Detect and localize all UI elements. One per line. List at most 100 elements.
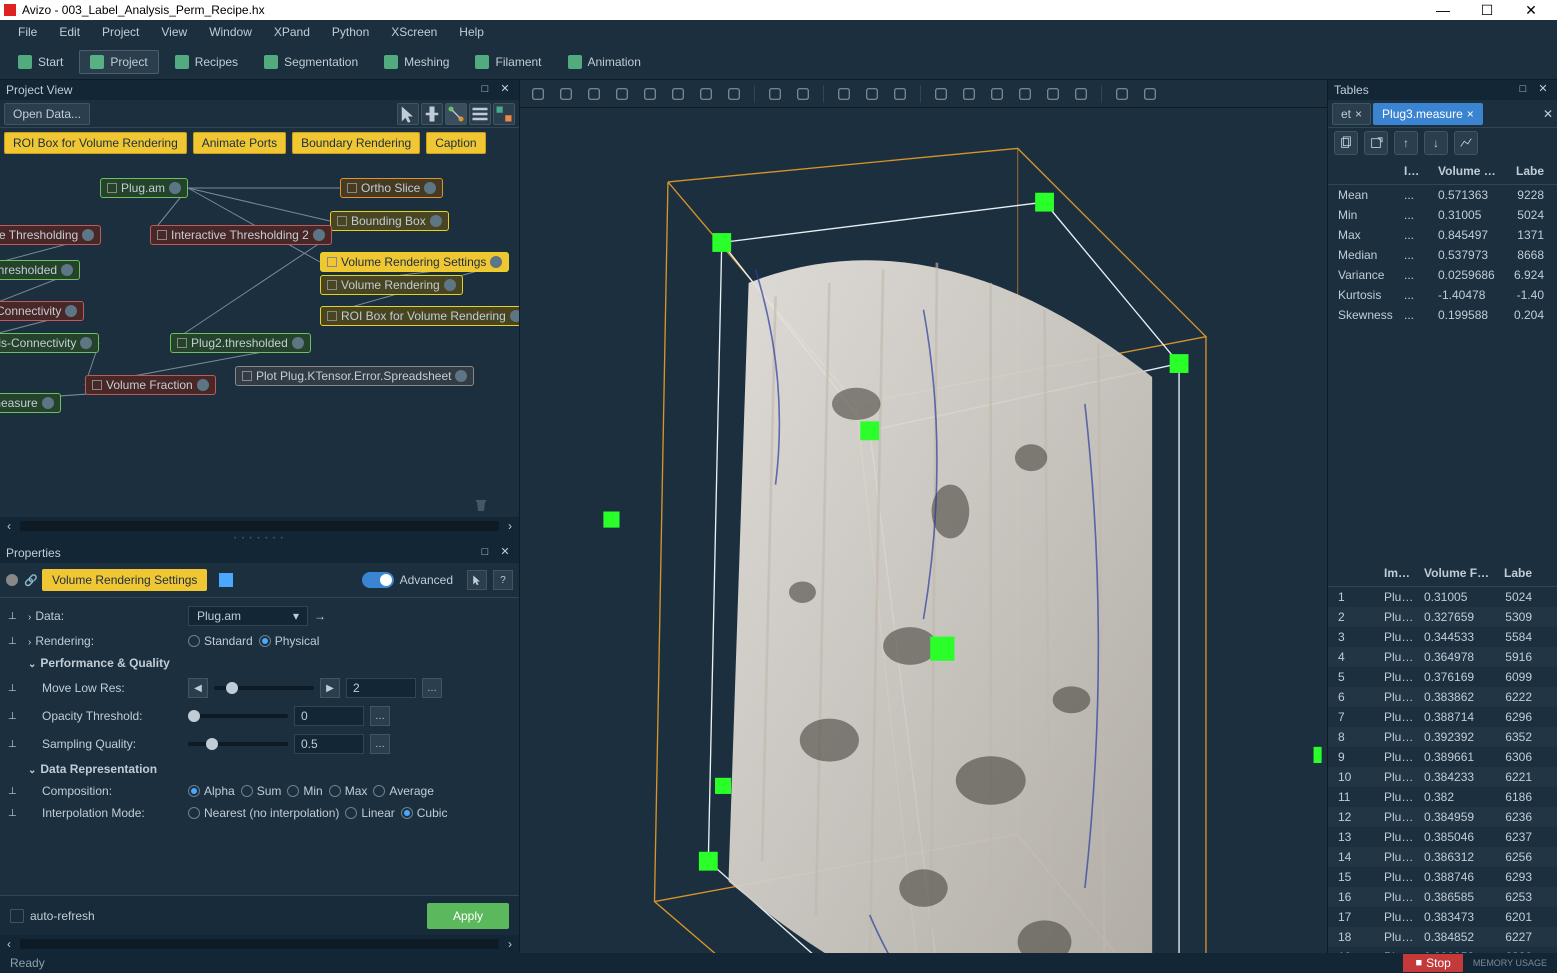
node-ithr[interactable]: ctive Thresholding bbox=[0, 225, 101, 245]
node-thr[interactable]: .thresholded bbox=[0, 260, 80, 280]
trash-icon[interactable] bbox=[473, 497, 489, 513]
properties-module-chip[interactable]: Volume Rendering Settings bbox=[42, 569, 207, 591]
visibility-icon[interactable] bbox=[6, 574, 18, 586]
col-label[interactable]: Labe bbox=[1504, 162, 1548, 180]
more-button[interactable]: … bbox=[370, 706, 390, 726]
table-row[interactable]: 16Plug...0.3865856253 bbox=[1328, 887, 1557, 907]
advanced-toggle[interactable] bbox=[362, 572, 394, 588]
table-row[interactable]: 14Plug...0.3863126256 bbox=[1328, 847, 1557, 867]
move-low-res-value[interactable]: 2 bbox=[346, 678, 416, 698]
node-meas[interactable]: 3.measure bbox=[0, 393, 61, 413]
menu-view[interactable]: View bbox=[151, 22, 197, 42]
project-graph[interactable]: Plug.amOrtho SliceBounding Boxctive Thre… bbox=[0, 158, 519, 517]
collapse-icon[interactable] bbox=[888, 83, 912, 105]
properties-scrollbar[interactable]: ‹› bbox=[0, 935, 519, 953]
visibility-icon[interactable] bbox=[157, 230, 167, 240]
tag[interactable]: Boundary Rendering bbox=[292, 132, 420, 154]
node-conn[interactable]: Connectivity bbox=[0, 301, 84, 321]
radio-alpha[interactable]: Alpha bbox=[188, 784, 235, 798]
table-row[interactable]: 12Plug...0.3849596236 bbox=[1328, 807, 1557, 827]
visibility-icon[interactable] bbox=[242, 371, 252, 381]
ruler-icon[interactable] bbox=[985, 83, 1009, 105]
table-row[interactable]: 17Plug...0.3834736201 bbox=[1328, 907, 1557, 927]
ribbon-recipes[interactable]: Recipes bbox=[165, 51, 248, 73]
target-icon[interactable] bbox=[666, 83, 690, 105]
visibility-icon[interactable] bbox=[327, 280, 337, 290]
port-icon[interactable] bbox=[424, 182, 436, 194]
summary-row[interactable]: Min...0.310055024 bbox=[1328, 205, 1557, 225]
table-row[interactable]: 7Plug...0.3887146296 bbox=[1328, 707, 1557, 727]
node-ithr2[interactable]: Interactive Thresholding 2 bbox=[150, 225, 332, 245]
measure-icon[interactable] bbox=[957, 83, 981, 105]
port-icon[interactable] bbox=[80, 337, 92, 349]
menu-python[interactable]: Python bbox=[322, 22, 379, 42]
visibility-icon[interactable] bbox=[327, 257, 337, 267]
auto-refresh-checkbox[interactable] bbox=[10, 909, 24, 923]
pin-icon[interactable]: ⊥ bbox=[8, 808, 18, 819]
node-p2thr[interactable]: Plug2.thresholded bbox=[170, 333, 311, 353]
cursor-icon[interactable] bbox=[397, 103, 419, 125]
table-row[interactable]: 3Plug...0.3445335584 bbox=[1328, 627, 1557, 647]
link-icon[interactable]: 🔗 bbox=[24, 574, 36, 587]
col-image[interactable]: Image bbox=[1400, 162, 1434, 180]
radio-min[interactable]: Min bbox=[287, 784, 322, 798]
hand-icon[interactable] bbox=[554, 83, 578, 105]
table-row[interactable]: 8Plug...0.3923926352 bbox=[1328, 727, 1557, 747]
port-icon[interactable] bbox=[61, 264, 73, 276]
node-ortho[interactable]: Ortho Slice bbox=[340, 178, 443, 198]
open-data-button[interactable]: Open Data... bbox=[4, 103, 90, 125]
list-icon[interactable] bbox=[469, 103, 491, 125]
visibility-icon[interactable] bbox=[177, 338, 187, 348]
more-icon[interactable] bbox=[1069, 83, 1093, 105]
col-volume-fraction[interactable]: Volume Fraction bbox=[1434, 162, 1504, 180]
node-vfrac[interactable]: Volume Fraction bbox=[85, 375, 216, 395]
ribbon-project[interactable]: Project bbox=[79, 50, 158, 74]
save-icon[interactable] bbox=[929, 83, 953, 105]
opacity-value[interactable]: 0 bbox=[294, 706, 364, 726]
port-icon[interactable] bbox=[455, 370, 467, 382]
apply-button[interactable]: Apply bbox=[427, 903, 509, 929]
port-icon[interactable] bbox=[510, 310, 519, 322]
tag[interactable]: Animate Ports bbox=[193, 132, 286, 154]
visibility-icon[interactable] bbox=[92, 380, 102, 390]
close-all-tabs[interactable]: ✕ bbox=[1543, 107, 1553, 121]
view-mode-icon[interactable] bbox=[1110, 83, 1134, 105]
node-bbox[interactable]: Bounding Box bbox=[330, 211, 449, 231]
summary-row[interactable]: Median...0.5379738668 bbox=[1328, 245, 1557, 265]
split-icon[interactable] bbox=[1138, 83, 1162, 105]
panel-popout-button[interactable]: □ bbox=[477, 545, 493, 561]
table-row[interactable]: 6Plug...0.3838626222 bbox=[1328, 687, 1557, 707]
summary-row[interactable]: Max...0.8454971371 bbox=[1328, 225, 1557, 245]
summary-row[interactable]: Kurtosis...-1.40478-1.40 bbox=[1328, 285, 1557, 305]
table-row[interactable]: 10Plug...0.3842336221 bbox=[1328, 767, 1557, 787]
tab-plug3-measure[interactable]: Plug3.measure× bbox=[1373, 103, 1483, 125]
col-label[interactable]: Labe bbox=[1496, 564, 1536, 582]
minimize-button[interactable]: — bbox=[1421, 0, 1465, 20]
move-low-res-slider[interactable] bbox=[214, 686, 314, 690]
menu-file[interactable]: File bbox=[8, 22, 47, 42]
radio-max[interactable]: Max bbox=[329, 784, 368, 798]
radio-physical[interactable]: Physical bbox=[259, 634, 320, 648]
pin-icon[interactable]: ⊥ bbox=[8, 683, 18, 694]
port-icon[interactable] bbox=[42, 397, 54, 409]
home-icon[interactable] bbox=[694, 83, 718, 105]
table-row[interactable]: 5Plug...0.3761696099 bbox=[1328, 667, 1557, 687]
pin-icon[interactable]: ⊥ bbox=[8, 711, 18, 722]
panel-popout-button[interactable]: □ bbox=[1515, 82, 1531, 98]
arrow-icon[interactable]: → bbox=[314, 609, 326, 623]
menu-project[interactable]: Project bbox=[92, 22, 149, 42]
ribbon-start[interactable]: Start bbox=[8, 51, 73, 73]
up-arrow-icon[interactable]: ↑ bbox=[1394, 131, 1418, 155]
panel-close-button[interactable]: ✕ bbox=[1535, 82, 1551, 98]
panel-close-button[interactable]: ✕ bbox=[497, 545, 513, 561]
visibility-icon[interactable] bbox=[327, 311, 337, 321]
node-roibox[interactable]: ROI Box for Volume Rendering bbox=[320, 306, 519, 326]
pin-icon[interactable]: ⊥ bbox=[8, 739, 18, 750]
stop-button[interactable]: ■ Stop bbox=[1403, 954, 1462, 972]
data-select[interactable]: Plug.am▾ bbox=[188, 606, 308, 626]
table-row[interactable]: 18Plug...0.3848526227 bbox=[1328, 927, 1557, 947]
visibility-icon[interactable] bbox=[347, 183, 357, 193]
tab-et[interactable]: et× bbox=[1332, 103, 1371, 125]
eye-off-icon[interactable] bbox=[860, 83, 884, 105]
table-row[interactable]: 9Plug...0.3896616306 bbox=[1328, 747, 1557, 767]
